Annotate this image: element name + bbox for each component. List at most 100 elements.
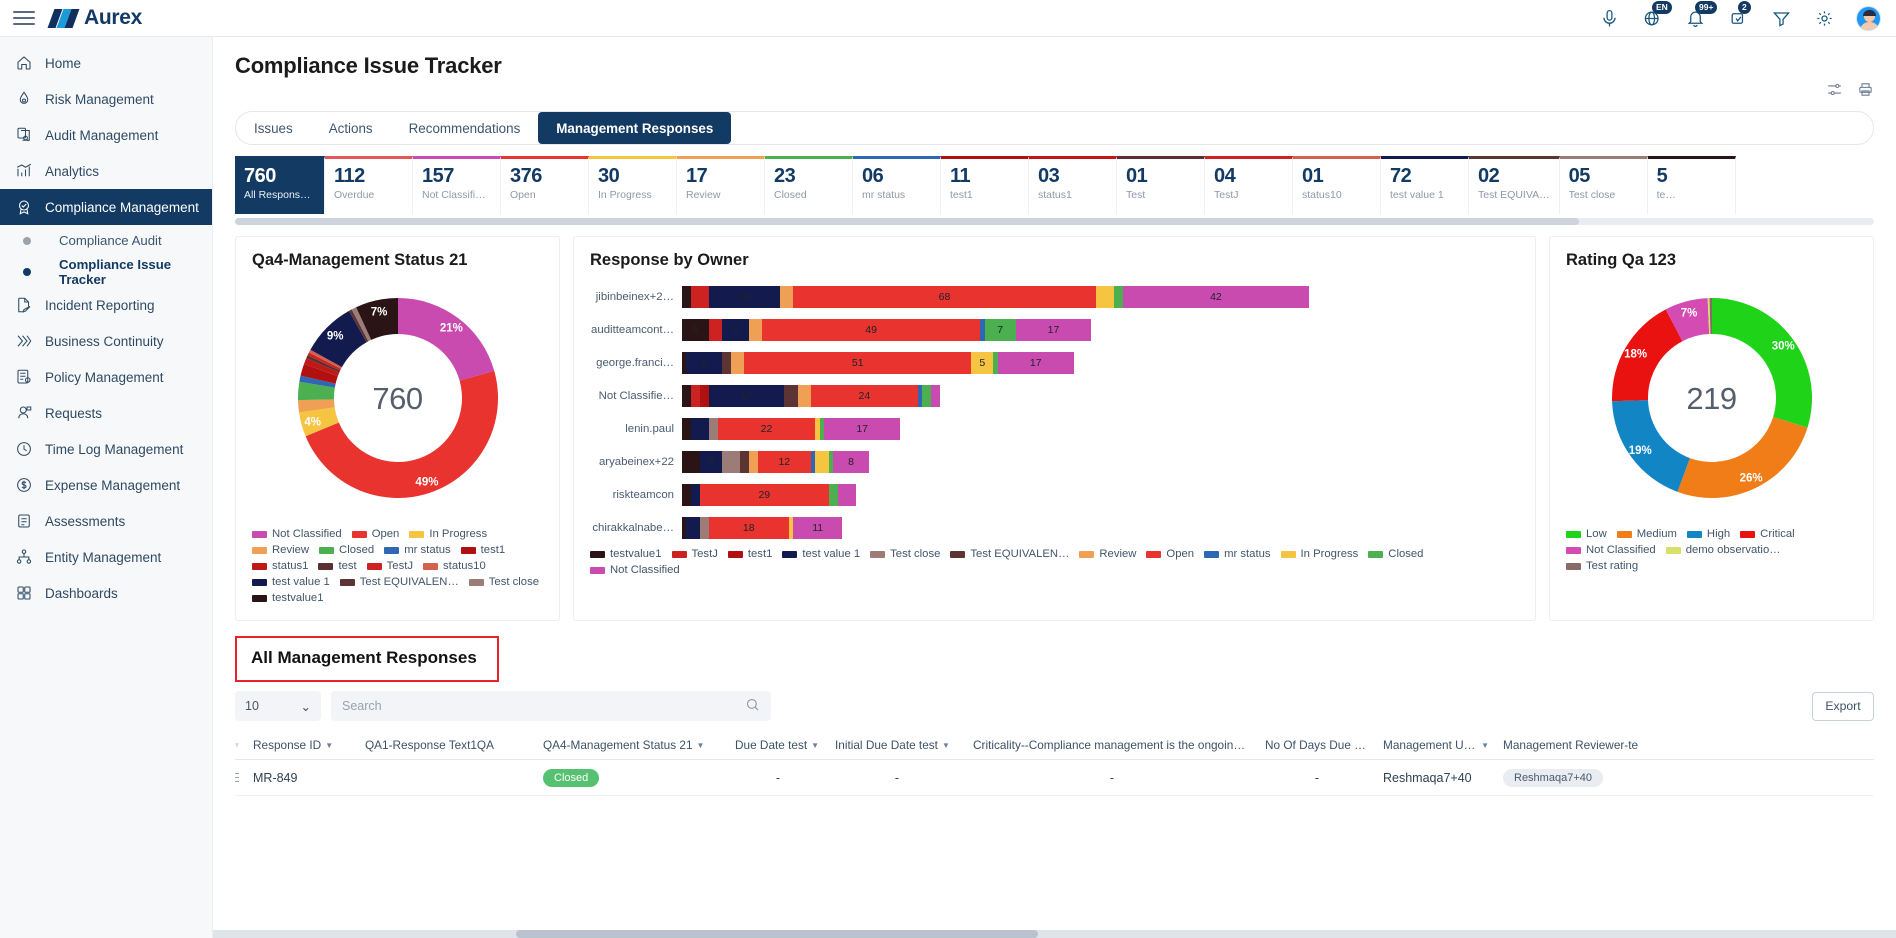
sidebar-item-compliance-issue-tracker[interactable]: Compliance Issue Tracker — [0, 256, 212, 287]
kpi-card[interactable]: 03 status1 — [1029, 156, 1117, 214]
search-icon[interactable] — [745, 697, 760, 715]
bar-segment[interactable]: 17 — [1015, 318, 1092, 341]
bar-segment[interactable] — [730, 351, 745, 374]
legend-item[interactable]: Not Classified — [1566, 544, 1656, 556]
legend-item[interactable]: Test EQUIVALEN… — [950, 548, 1069, 560]
bar-segment[interactable]: 68 — [793, 285, 1096, 308]
kpi-scrollbar[interactable] — [235, 218, 1874, 225]
bar-segment[interactable]: 49 — [762, 318, 981, 341]
kpi-card[interactable]: 112 Overdue — [325, 156, 413, 214]
kpi-card[interactable]: 01 status10 — [1293, 156, 1381, 214]
legend-item[interactable]: Medium — [1616, 528, 1677, 540]
kpi-card[interactable]: 05 Test close — [1559, 156, 1648, 214]
kpi-card[interactable]: 760 All Respons… — [235, 156, 325, 214]
legend-item[interactable]: Test close — [870, 548, 940, 560]
legend-item[interactable]: Open — [351, 528, 399, 540]
donut-chart-1[interactable]: 21% 49% 4% 9% 7% 760 — [252, 274, 543, 524]
bar-segment[interactable]: 17 — [708, 384, 785, 407]
bar-segment[interactable] — [722, 351, 731, 374]
bar-segment[interactable] — [682, 384, 691, 407]
sidebar-item-compliance-management[interactable]: Compliance Management — [0, 189, 212, 225]
kpi-strip[interactable]: 760 All Respons… 112 Overdue 157 Not Classifi… — [235, 156, 1874, 214]
settings-sliders-icon[interactable] — [1826, 81, 1843, 98]
legend-item[interactable]: Critical — [1740, 528, 1795, 540]
bar-segment[interactable] — [682, 483, 691, 506]
column-header[interactable]: No Of Days Due am — [1265, 738, 1383, 752]
sort-caret-icon[interactable]: ▼ — [811, 741, 819, 750]
tab-actions[interactable]: Actions — [311, 112, 391, 144]
legend-item[interactable]: Low — [1566, 528, 1607, 540]
kpi-card[interactable]: 17 Review — [677, 156, 765, 214]
bar-segment[interactable]: 5 — [971, 351, 994, 374]
bar-segment[interactable] — [931, 384, 941, 407]
bar-segment[interactable]: 16 — [708, 285, 780, 308]
bar-segment[interactable] — [748, 318, 763, 341]
legend-item[interactable]: Not Classified — [590, 564, 680, 576]
legend-item[interactable]: test — [318, 560, 357, 572]
column-header[interactable]: Criticality--Compliance management is th… — [973, 738, 1265, 752]
bar-segment[interactable] — [797, 384, 811, 407]
horizontal-scrollbar[interactable] — [213, 930, 1896, 938]
donut-chart-2[interactable]: 30% 26% 19% 18% 7% 219 — [1566, 274, 1857, 524]
row-drag-handle[interactable] — [235, 772, 253, 783]
legend-item[interactable]: TestJ — [366, 560, 413, 572]
sidebar-item-policy-management[interactable]: Policy Management — [0, 359, 212, 395]
legend-item[interactable]: High — [1686, 528, 1730, 540]
bar-segment[interactable] — [690, 285, 709, 308]
export-button[interactable]: Export — [1812, 691, 1874, 721]
bar-segment[interactable]: 5 — [699, 450, 723, 473]
legend-item[interactable]: Test close — [468, 576, 539, 588]
kpi-card[interactable]: 23 Closed — [765, 156, 853, 214]
sidebar-item-assessments[interactable]: Assessments — [0, 503, 212, 539]
tab-recommendations[interactable]: Recommendations — [391, 112, 539, 144]
sidebar-item-entity-management[interactable]: Entity Management — [0, 539, 212, 575]
legend-item[interactable]: testvalue1 — [590, 548, 662, 560]
page-size-select[interactable]: 10 ⌄ — [235, 691, 321, 721]
sidebar-item-home[interactable]: Home — [0, 45, 212, 81]
sort-caret-icon[interactable]: ▼ — [1481, 741, 1489, 750]
search-box[interactable] — [331, 691, 771, 721]
bar-segment[interactable] — [739, 450, 749, 473]
sidebar-item-dashboards[interactable]: Dashboards — [0, 575, 212, 611]
search-input[interactable] — [342, 699, 737, 713]
print-icon[interactable] — [1857, 81, 1874, 98]
bar-segment[interactable] — [699, 384, 709, 407]
legend-item[interactable]: test value 1 — [252, 576, 330, 588]
kpi-card[interactable]: 72 test value 1 — [1381, 156, 1469, 214]
bar-segment[interactable] — [690, 417, 709, 440]
kpi-card[interactable]: 04 TestJ — [1205, 156, 1293, 214]
bar-segment[interactable] — [784, 384, 798, 407]
legend-item[interactable]: Review — [1079, 548, 1136, 560]
bar-segment[interactable] — [748, 450, 758, 473]
tab-issues[interactable]: Issues — [236, 112, 311, 144]
bar-segment[interactable]: 42 — [1122, 285, 1310, 308]
bar-segment[interactable]: 6 — [722, 318, 749, 341]
bar-segment[interactable] — [682, 417, 691, 440]
sidebar-item-compliance-audit[interactable]: Compliance Audit — [0, 225, 212, 256]
stacked-bar-chart[interactable]: jibinbeinex+2… 16 68 42 auditteamcont… 6 6 49 7 1… — [590, 274, 1519, 544]
column-header[interactable]: Management User test ▼ — [1383, 738, 1503, 752]
bar-segment[interactable]: 11 — [793, 516, 843, 539]
kpi-card[interactable]: 30 In Progress — [589, 156, 677, 214]
legend-item[interactable]: test value 1 — [782, 548, 860, 560]
bar-segment[interactable] — [1113, 285, 1123, 308]
bar-segment[interactable]: 24 — [811, 384, 918, 407]
sort-caret-icon[interactable]: ▼ — [325, 741, 333, 750]
legend-item[interactable]: In Progress — [1280, 548, 1358, 560]
bar-segment[interactable]: 8 — [833, 450, 869, 473]
menu-toggle-icon[interactable] — [13, 11, 35, 25]
sort-caret-icon[interactable]: ▼ — [697, 741, 705, 750]
column-header[interactable]: Response ID ▼ — [253, 738, 365, 752]
bar-segment[interactable] — [722, 450, 740, 473]
legend-item[interactable]: TestJ — [671, 548, 718, 560]
legend-item[interactable]: Closed — [1368, 548, 1423, 560]
bar-segment[interactable]: 8 — [686, 351, 723, 374]
bar-segment[interactable] — [686, 516, 700, 539]
kpi-card[interactable]: 02 Test EQUIVA… — [1469, 156, 1560, 214]
table-row[interactable]: MR-849 Closed - - - - Reshmaqa7+40 Reshmaqa7+40 — [235, 760, 1874, 796]
kpi-card[interactable]: 01 Test — [1117, 156, 1205, 214]
legend-item[interactable]: testvalue1 — [252, 592, 324, 604]
bar-segment[interactable]: 18 — [708, 516, 789, 539]
column-header[interactable]: QA1-Response Text1QA — [365, 738, 543, 752]
kpi-card[interactable]: 157 Not Classifi… — [413, 156, 501, 214]
